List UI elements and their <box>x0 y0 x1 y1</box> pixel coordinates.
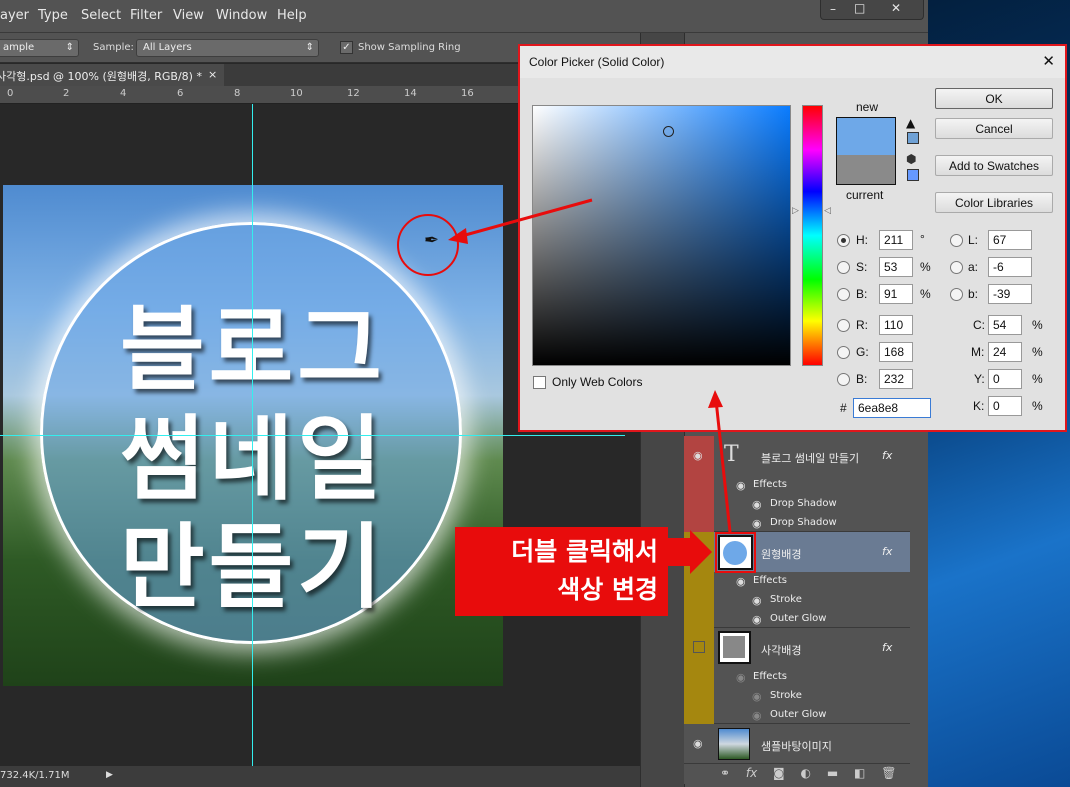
annotation-line: 더블 클릭해서 <box>511 537 658 566</box>
arrow-to-layer <box>668 530 712 574</box>
arrowhead <box>448 228 468 244</box>
highlight-circle <box>397 214 459 276</box>
arrowhead <box>708 390 723 408</box>
annotation-overlay <box>397 198 732 574</box>
arrow-to-dialog <box>457 198 593 239</box>
arrow-to-thumbnail <box>714 399 732 533</box>
annotation-label: 더블 클릭해서 색상 변경 <box>455 527 668 616</box>
annotation-line: 색상 변경 <box>557 575 658 604</box>
